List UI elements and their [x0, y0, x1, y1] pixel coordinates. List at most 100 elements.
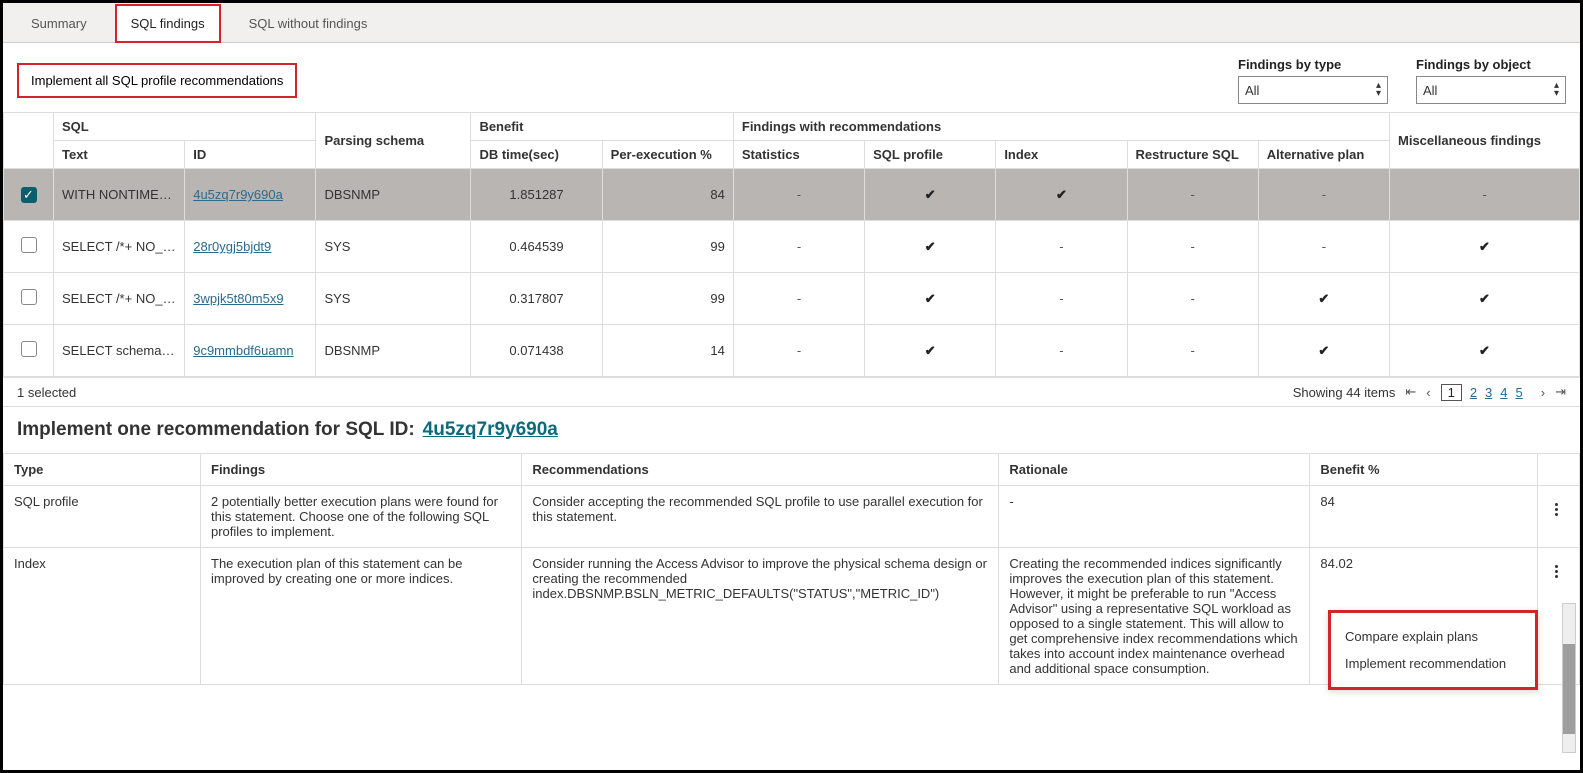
row-sql-text: WITH NONTIMEG… [54, 169, 185, 221]
row-statistics: - [733, 169, 864, 221]
row-perexec: 14 [602, 325, 733, 377]
row-dbtime: 0.464539 [471, 221, 602, 273]
implement-all-button[interactable]: Implement all SQL profile recommendation… [17, 63, 297, 98]
menu-compare-explain-plans[interactable]: Compare explain plans [1345, 623, 1521, 650]
detail-type: Index [4, 548, 201, 685]
row-checkbox[interactable] [21, 289, 37, 305]
detail-heading: Implement one recommendation for SQL ID:… [3, 407, 1580, 453]
menu-implement-recommendation[interactable]: Implement recommendation [1345, 650, 1521, 677]
row-checkbox[interactable] [21, 237, 37, 253]
tab-summary[interactable]: Summary [15, 4, 103, 43]
row-schema: DBSNMP [316, 169, 471, 221]
row-checkbox[interactable] [21, 341, 37, 357]
tab-sql-findings[interactable]: SQL findings [115, 4, 221, 43]
col-type2: Type [4, 454, 201, 486]
row-restructure: - [1127, 325, 1258, 377]
detail-row: SQL profile 2 potentially better executi… [4, 486, 1580, 548]
row-misc: ✔ [1390, 325, 1580, 377]
pager: 1 selected Showing 44 items ⇤ ‹ 12345 › … [3, 377, 1580, 407]
row-schema: SYS [316, 221, 471, 273]
filter-by-object-label: Findings by object [1416, 57, 1566, 72]
col-rec2: Recommendations [522, 454, 999, 486]
table-row[interactable]: SELECT /*+ NO_S… 3wpjk5t80m5x9 SYS 0.317… [4, 273, 1580, 325]
row-sqlprofile: ✔ [865, 325, 996, 377]
detail-findings: 2 potentially better execution plans wer… [201, 486, 522, 548]
table-row[interactable]: SELECT /*+ NO_S… 28r0ygj5bjdt9 SYS 0.464… [4, 221, 1580, 273]
vertical-scrollbar[interactable] [1562, 603, 1576, 753]
row-sql-id-link[interactable]: 4u5zq7r9y690a [193, 187, 283, 202]
pager-next-icon[interactable]: › [1541, 385, 1545, 400]
col-action [1538, 454, 1580, 486]
row-dbtime: 0.317807 [471, 273, 602, 325]
pager-page[interactable]: 3 [1485, 385, 1492, 400]
detail-type: SQL profile [4, 486, 201, 548]
row-schema: DBSNMP [316, 325, 471, 377]
filters: Findings by type All ▴▾ Findings by obje… [1238, 57, 1566, 104]
row-action-menu: Compare explain plans Implement recommen… [1328, 610, 1538, 690]
row-restructure: - [1127, 273, 1258, 325]
row-sql-text: SELECT /*+ NO_S… [54, 221, 185, 273]
row-statistics: - [733, 273, 864, 325]
row-dbtime: 0.071438 [471, 325, 602, 377]
detail-benefit: 84 [1310, 486, 1538, 548]
row-index: - [996, 273, 1127, 325]
row-misc: ✔ [1390, 221, 1580, 273]
filter-by-type-select[interactable]: All ▴▾ [1238, 76, 1388, 104]
detail-findings: The execution plan of this statement can… [201, 548, 522, 685]
row-altplan: - [1258, 221, 1389, 273]
row-checkbox[interactable]: ✓ [21, 187, 37, 203]
col-sqlprofile: SQL profile [865, 141, 996, 169]
selection-count: 1 selected [17, 385, 76, 400]
pager-page[interactable]: 1 [1441, 384, 1462, 401]
chevron-updown-icon: ▴▾ [1376, 82, 1381, 98]
table-row[interactable]: ✓ WITH NONTIMEG… 4u5zq7r9y690a DBSNMP 1.… [4, 169, 1580, 221]
filter-by-type-value: All [1245, 83, 1259, 98]
row-index: - [996, 325, 1127, 377]
pager-last-icon[interactable]: ⇥ [1555, 384, 1566, 400]
tab-sql-without-findings[interactable]: SQL without findings [233, 4, 384, 43]
row-altplan: ✔ [1258, 325, 1389, 377]
row-schema: SYS [316, 273, 471, 325]
col-sql: SQL [54, 113, 316, 141]
pager-page[interactable]: 5 [1516, 385, 1523, 400]
row-sql-id-link[interactable]: 9c9mmbdf6uamn [193, 343, 293, 358]
scrollbar-thumb[interactable] [1563, 644, 1575, 734]
row-sql-id-link[interactable]: 3wpjk5t80m5x9 [193, 291, 283, 306]
col-schema: Parsing schema [316, 113, 471, 169]
kebab-icon[interactable] [1548, 565, 1564, 578]
filter-by-type: Findings by type All ▴▾ [1238, 57, 1388, 104]
col-perexec: Per-execution % [602, 141, 733, 169]
row-sql-id-link[interactable]: 28r0ygj5bjdt9 [193, 239, 271, 254]
filter-by-object: Findings by object All ▴▾ [1416, 57, 1566, 104]
row-perexec: 84 [602, 169, 733, 221]
row-dbtime: 1.851287 [471, 169, 602, 221]
filter-by-object-select[interactable]: All ▴▾ [1416, 76, 1566, 104]
col-misc: Miscellaneous findings [1390, 113, 1580, 169]
col-altplan: Alternative plan [1258, 141, 1389, 169]
row-sqlprofile: ✔ [865, 169, 996, 221]
row-misc: ✔ [1390, 273, 1580, 325]
detail-sql-id-link[interactable]: 4u5zq7r9y690a [423, 419, 558, 441]
kebab-icon[interactable] [1548, 503, 1564, 516]
detail-rationale: Creating the recommended indices signifi… [999, 548, 1310, 685]
col-index: Index [996, 141, 1127, 169]
pager-first-icon[interactable]: ⇤ [1405, 384, 1416, 400]
row-misc: - [1390, 169, 1580, 221]
row-statistics: - [733, 325, 864, 377]
pager-prev-icon[interactable]: ‹ [1426, 385, 1430, 400]
col-find2: Findings [201, 454, 522, 486]
pager-page[interactable]: 2 [1470, 385, 1477, 400]
tabs: Summary SQL findings SQL without finding… [3, 3, 1580, 43]
findings-table: SQL Parsing schema Benefit Findings with… [3, 112, 1580, 377]
filter-by-type-label: Findings by type [1238, 57, 1388, 72]
toolbar: Implement all SQL profile recommendation… [3, 43, 1580, 112]
col-id: ID [185, 141, 316, 169]
row-sql-text: SELECT schema, c… [54, 325, 185, 377]
detail-recommendations: Consider running the Access Advisor to i… [522, 548, 999, 685]
row-altplan: ✔ [1258, 273, 1389, 325]
pager-page[interactable]: 4 [1500, 385, 1507, 400]
table-row[interactable]: SELECT schema, c… 9c9mmbdf6uamn DBSNMP 0… [4, 325, 1580, 377]
col-rat2: Rationale [999, 454, 1310, 486]
chevron-updown-icon: ▴▾ [1554, 82, 1559, 98]
row-altplan: - [1258, 169, 1389, 221]
